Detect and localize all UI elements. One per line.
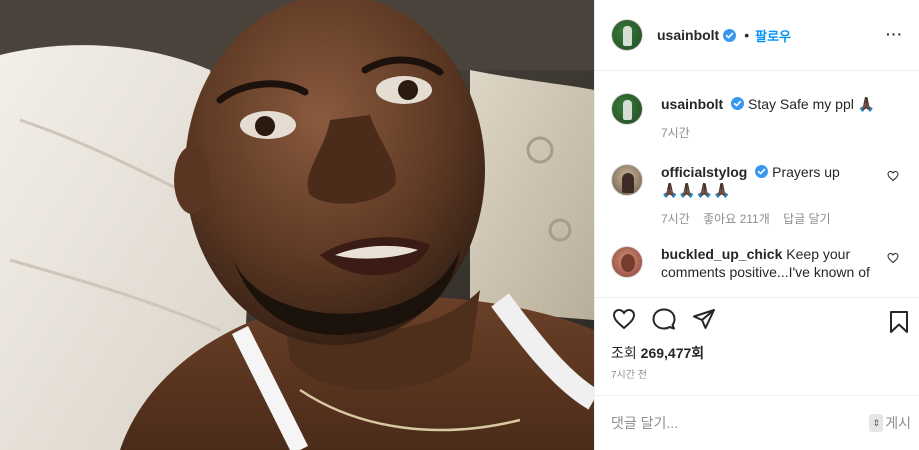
comment-emoji: 🙏🏿🙏🏿🙏🏿🙏🏿 (661, 183, 731, 200)
follow-button[interactable]: 팔로우 (755, 26, 791, 45)
verified-badge-icon (755, 165, 769, 179)
author-username[interactable]: usainbolt (657, 27, 719, 43)
views-number: 269,477회 (640, 344, 705, 361)
follow-separator: • (744, 27, 750, 44)
comment-input[interactable] (611, 414, 851, 431)
comment-reply-button[interactable]: 답글 달기 (783, 212, 831, 226)
caption-text: Stay Safe my ppl (748, 96, 854, 113)
comment-like-heart-icon[interactable] (887, 252, 899, 264)
bookmark-icon[interactable] (887, 310, 911, 334)
comment-like-heart-icon[interactable] (887, 170, 899, 182)
video-frame-illustration (0, 0, 594, 450)
view-count[interactable]: 조회 269,477회 (595, 341, 919, 365)
comment-item: buckled_up_chick Keep your comments posi… (611, 246, 903, 281)
caption-time[interactable]: 7시간 (661, 126, 690, 140)
comment-likes[interactable]: 좋아요 211개 (703, 212, 770, 226)
post-timestamp[interactable]: 7시간 전 (595, 365, 919, 395)
commenter-avatar[interactable] (611, 164, 643, 197)
caption-emoji: 🙏🏿 (857, 97, 876, 114)
share-icon[interactable] (691, 307, 717, 331)
more-options-icon[interactable]: ··· (886, 26, 903, 42)
commenter-username[interactable]: officialstylog (661, 164, 747, 180)
verified-badge-icon (731, 97, 745, 111)
verified-badge-icon (723, 28, 737, 42)
views-label: 조회 (611, 344, 637, 361)
post-comment-label: 게시 (885, 414, 911, 431)
comment-time[interactable]: 7시간 (661, 212, 690, 226)
post-action-bar (595, 297, 919, 341)
post-comment-button[interactable]: ⇕ 게시 (869, 413, 911, 433)
keyboard-hint-icon: ⇕ (869, 413, 884, 432)
post-caption: usainbolt Stay Safe my ppl 🙏🏿 7시간 (611, 93, 903, 142)
comments-list[interactable]: usainbolt Stay Safe my ppl 🙏🏿 7시간 offici… (595, 71, 919, 297)
comment-item: officialstylog Prayers up 🙏🏿🙏🏿🙏🏿🙏🏿 7시간 좋… (611, 164, 903, 228)
author-avatar[interactable] (611, 19, 643, 52)
heart-icon[interactable] (611, 307, 637, 331)
caption-author-username[interactable]: usainbolt (661, 96, 723, 112)
post-header: usainbolt • 팔로우 ··· (595, 0, 919, 72)
comment-icon[interactable] (651, 307, 677, 331)
post-video[interactable] (0, 0, 594, 450)
post-side-panel: usainbolt • 팔로우 ··· usainbolt Stay Safe … (594, 0, 919, 450)
commenter-avatar[interactable] (611, 246, 643, 279)
instagram-post-view: usainbolt • 팔로우 ··· usainbolt Stay Safe … (0, 0, 919, 450)
caption-author-avatar[interactable] (611, 93, 643, 126)
comment-composer: ⇕ 게시 (595, 394, 919, 450)
comment-text: Prayers up (772, 164, 840, 181)
commenter-username[interactable]: buckled_up_chick (661, 246, 782, 262)
